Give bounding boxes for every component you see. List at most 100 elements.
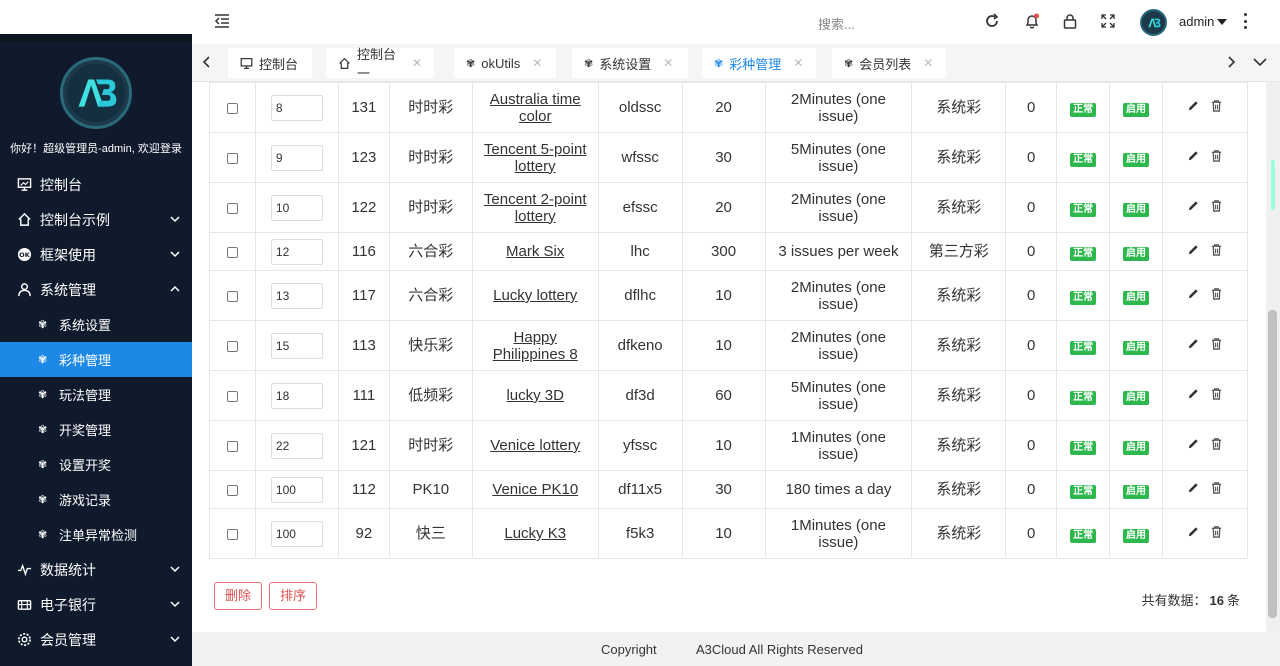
enable-badge[interactable]: 启用 [1123,202,1150,217]
status-badge[interactable]: 正常 [1070,102,1097,117]
menu-fold-icon[interactable] [214,13,230,29]
scrollbar-thumb[interactable] [1268,310,1277,618]
lottery-name-link[interactable]: lucky 3D [506,387,564,404]
sidebar-item-statistics[interactable]: 数据统计 [0,552,192,587]
row-checkbox[interactable] [226,152,238,164]
edit-icon[interactable] [1187,481,1200,494]
sidebar-subitem-bet-anomaly[interactable]: ✾ 注单异常检测 [0,517,192,552]
sidebar-item-system[interactable]: 系统管理 [0,272,192,307]
sort-input[interactable] [270,194,323,221]
sort-input[interactable] [270,144,323,171]
refresh-icon[interactable] [984,13,1000,29]
trash-icon[interactable] [1210,387,1223,400]
trash-icon[interactable] [1210,199,1223,212]
lottery-name-link[interactable]: Lucky lottery [493,287,577,304]
edit-icon[interactable] [1187,199,1200,212]
edit-icon[interactable] [1187,525,1200,538]
trash-icon[interactable] [1210,243,1223,256]
sidebar-item-ebank[interactable]: 电子银行 [0,587,192,622]
enable-badge[interactable]: 启用 [1123,340,1150,355]
sort-input[interactable] [270,238,323,265]
close-icon[interactable]: ✕ [923,56,933,70]
caret-down-icon[interactable] [1217,19,1227,25]
enable-badge[interactable]: 启用 [1123,484,1150,499]
lottery-name-link[interactable]: Tencent 5-point lottery [484,141,587,175]
trash-icon[interactable] [1210,337,1223,350]
enable-badge[interactable]: 启用 [1123,102,1150,117]
lottery-name-link[interactable]: Mark Six [506,243,564,260]
lottery-name-link[interactable]: Tencent 2-point lottery [484,191,587,225]
close-icon[interactable]: ✕ [663,56,673,70]
row-checkbox[interactable] [226,340,238,352]
status-badge[interactable]: 正常 [1070,290,1097,305]
status-badge[interactable]: 正常 [1070,484,1097,499]
sort-input[interactable] [270,476,323,503]
sort-input[interactable] [270,520,323,547]
fullscreen-icon[interactable] [1100,13,1116,29]
sort-button[interactable]: 排序 [269,582,318,610]
chevron-down-icon[interactable] [1252,54,1268,70]
close-icon[interactable]: ✕ [793,56,803,70]
avatar[interactable] [1140,9,1167,36]
edit-icon[interactable] [1187,437,1200,450]
edit-icon[interactable] [1187,287,1200,300]
sidebar-subitem-play-management[interactable]: ✾ 玩法管理 [0,377,192,412]
edit-icon[interactable] [1187,387,1200,400]
status-badge[interactable]: 正常 [1070,390,1097,405]
status-badge[interactable]: 正常 [1070,152,1097,167]
sidebar-subitem-lottery-management[interactable]: ✾ 彩种管理 [0,342,192,377]
sidebar-subitem-game-records[interactable]: ✾ 游戏记录 [0,482,192,517]
edit-icon[interactable] [1187,337,1200,350]
lottery-name-link[interactable]: Venice lottery [490,437,580,454]
sidebar-subitem-set-draw[interactable]: ✾ 设置开奖 [0,447,192,482]
tab-dashboard-one[interactable]: 控制台一 ✕ [326,47,434,81]
tab-member-list[interactable]: ✾ 会员列表 ✕ [832,48,946,78]
chevron-left-icon[interactable] [200,54,214,70]
chevron-right-icon[interactable] [1224,54,1238,70]
row-checkbox[interactable] [226,290,238,302]
edit-icon[interactable] [1187,99,1200,112]
trash-icon[interactable] [1210,287,1223,300]
tab-lottery-management[interactable]: ✾ 彩种管理 ✕ [702,48,816,78]
sort-input[interactable] [270,94,323,121]
sort-input[interactable] [270,332,323,359]
row-checkbox[interactable] [226,440,238,452]
trash-icon[interactable] [1210,99,1223,112]
trash-icon[interactable] [1210,525,1223,538]
status-badge[interactable]: 正常 [1070,202,1097,217]
edit-icon[interactable] [1187,243,1200,256]
lottery-name-link[interactable]: Australia time color [490,91,581,125]
sort-input[interactable] [270,282,323,309]
row-checkbox[interactable] [226,102,238,114]
close-icon[interactable]: ✕ [412,56,422,70]
trash-icon[interactable] [1210,481,1223,494]
status-badge[interactable]: 正常 [1070,440,1097,455]
enable-badge[interactable]: 启用 [1123,152,1150,167]
row-checkbox[interactable] [226,246,238,258]
sidebar-subitem-system-settings[interactable]: ✾ 系统设置 [0,307,192,342]
sort-input[interactable] [270,382,323,409]
lock-icon[interactable] [1062,13,1078,29]
lottery-name-link[interactable]: Venice PK10 [492,481,578,498]
more-vertical-icon[interactable] [1242,13,1248,29]
sidebar-item-members[interactable]: 会员管理 [0,622,192,657]
row-checkbox[interactable] [226,528,238,540]
sidebar-item-dashboard-examples[interactable]: 控制台示例 [0,202,192,237]
tab-dashboard[interactable]: 控制台 [228,48,312,78]
row-checkbox[interactable] [226,484,238,496]
edit-icon[interactable] [1187,149,1200,162]
tab-system-settings[interactable]: ✾ 系统设置 ✕ [572,48,688,78]
enable-badge[interactable]: 启用 [1123,528,1150,543]
bell-icon[interactable] [1024,13,1040,29]
close-icon[interactable]: ✕ [532,56,542,70]
lottery-name-link[interactable]: Happy Philippines 8 [493,329,578,363]
trash-icon[interactable] [1210,437,1223,450]
status-badge[interactable]: 正常 [1070,340,1097,355]
tab-okutils[interactable]: ✾ okUtils ✕ [454,48,556,78]
trash-icon[interactable] [1210,149,1223,162]
lottery-name-link[interactable]: Lucky K3 [504,525,566,542]
enable-badge[interactable]: 启用 [1123,440,1150,455]
sidebar-item-framework[interactable]: OK 框架使用 [0,237,192,272]
status-badge[interactable]: 正常 [1070,528,1097,543]
username-label[interactable]: admin [1179,14,1214,29]
